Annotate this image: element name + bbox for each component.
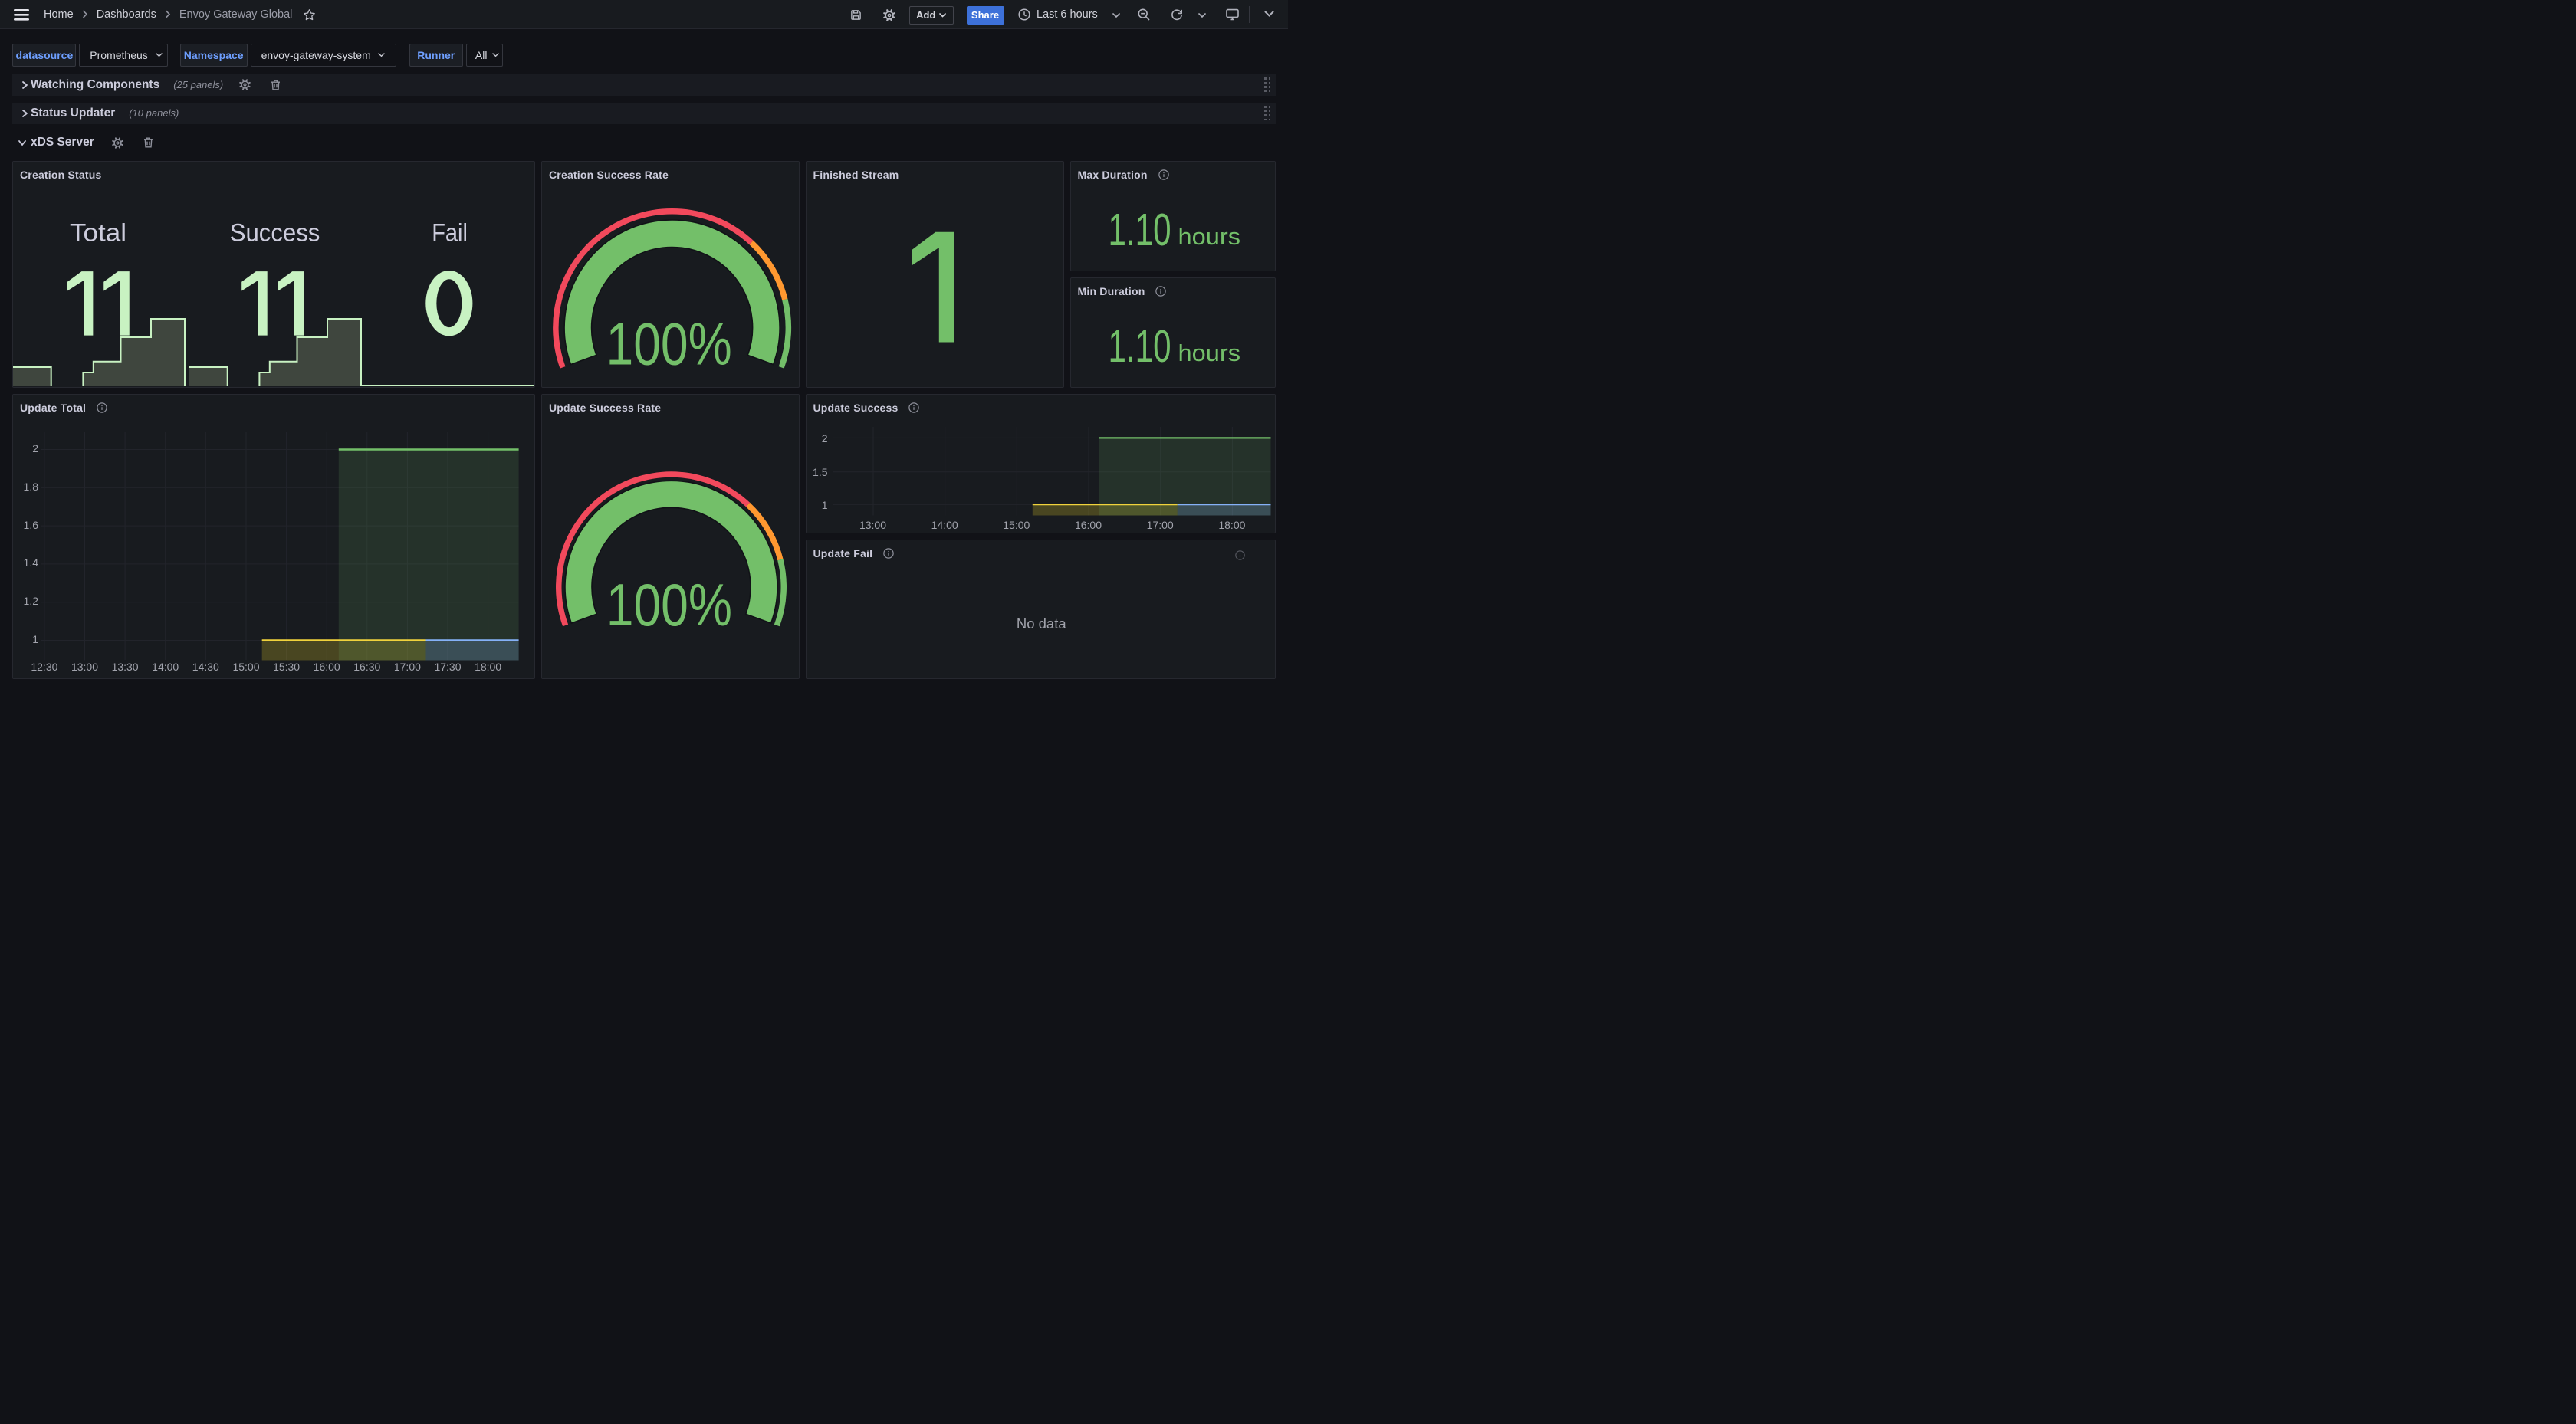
- svg-text:hours: hours: [1178, 340, 1240, 366]
- svg-text:1.10: 1.10: [1108, 320, 1171, 372]
- svg-text:Total: Total: [70, 219, 127, 247]
- svg-text:hours: hours: [1178, 223, 1240, 250]
- svg-text:100%: 100%: [606, 312, 732, 378]
- svg-text:Fail: Fail: [432, 219, 468, 247]
- svg-text:100%: 100%: [606, 573, 732, 638]
- svg-text:Success: Success: [230, 219, 320, 247]
- svg-text:1.10: 1.10: [1108, 204, 1171, 255]
